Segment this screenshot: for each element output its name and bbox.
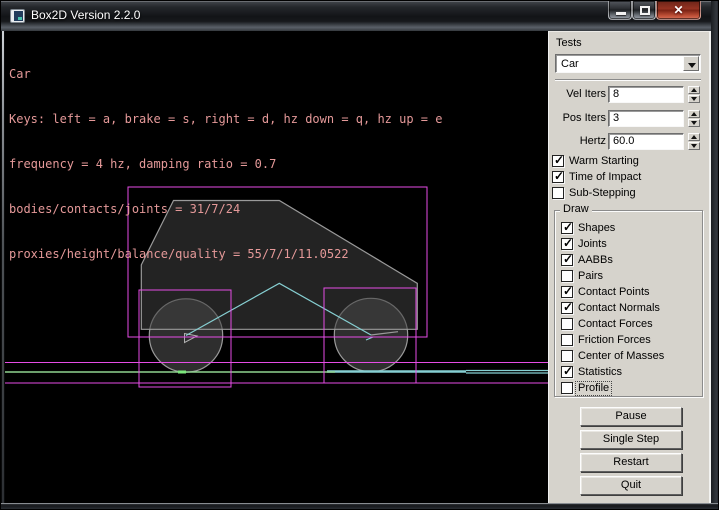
checkbox-box[interactable]: ✓ <box>561 286 573 298</box>
app-window: Box2D Version 2.2.0 ✕ <box>0 0 719 510</box>
pos-iters-label: Pos Iters <box>549 110 606 126</box>
checkbox-box[interactable]: ✓ <box>561 382 573 394</box>
arrow-down-icon <box>691 97 697 101</box>
checkbox-box[interactable]: ✓ <box>552 171 564 183</box>
hertz-label: Hertz <box>549 133 606 149</box>
tests-dropdown[interactable]: Car <box>555 54 701 73</box>
vel-iters-spinner[interactable] <box>688 86 700 103</box>
simulation-canvas[interactable]: Car Keys: left = a, brake = s, right = d… <box>5 31 548 503</box>
checkbox-box[interactable]: ✓ <box>561 238 573 250</box>
checkbox-label: Joints <box>578 238 607 251</box>
checkbox-label: Contact Points <box>578 286 650 299</box>
check-icon: ✓ <box>563 236 573 250</box>
pos-iters-field[interactable]: 3 <box>608 110 684 127</box>
contact-point <box>178 371 186 374</box>
restart-button[interactable]: Restart <box>580 453 682 472</box>
app-icon-dot <box>18 17 22 20</box>
checkbox-label: Contact Normals <box>578 302 660 315</box>
checkbox-box[interactable]: ✓ <box>561 270 573 282</box>
checkbox-label: Warm Starting <box>569 155 639 168</box>
tests-label: Tests <box>556 37 582 50</box>
dropdown-arrow-button[interactable] <box>683 56 699 71</box>
tests-dropdown-value: Car <box>561 57 579 71</box>
check-icon: ✓ <box>563 220 573 234</box>
checkbox-label: Shapes <box>578 222 615 235</box>
minimize-icon <box>616 12 626 15</box>
control-panel: Tests Car Vel Iters 8 Pos Iters 3 Hertz … <box>548 31 711 503</box>
checkbox-label: Pairs <box>578 270 603 283</box>
checkbox-label: Contact Forces <box>578 318 653 331</box>
info-line-proxies: proxies/height/balance/quality = 55/7/1/… <box>9 247 442 262</box>
spinner-up-button[interactable] <box>688 110 700 118</box>
checkbox-box[interactable]: ✓ <box>561 350 573 362</box>
close-icon: ✕ <box>657 3 700 17</box>
arrow-down-icon <box>691 121 697 125</box>
checkbox-label: Time of Impact <box>569 171 641 184</box>
info-line-keys: Keys: left = a, brake = s, right = d, hz… <box>9 112 442 127</box>
maximize-button[interactable] <box>632 1 656 20</box>
single-step-button[interactable]: Single Step <box>580 430 682 449</box>
checkbox-box[interactable]: ✓ <box>561 302 573 314</box>
window-border-bottom <box>1 503 719 510</box>
draw-group-title: Draw <box>560 203 592 216</box>
hertz-field[interactable]: 60.0 <box>608 133 684 150</box>
checkbox-box[interactable]: ✓ <box>561 366 573 378</box>
close-button[interactable]: ✕ <box>656 1 701 20</box>
checkbox-box[interactable]: ✓ <box>561 334 573 346</box>
check-icon: ✓ <box>563 300 573 314</box>
checkbox-box[interactable]: ✓ <box>561 318 573 330</box>
checkbox-box[interactable]: ✓ <box>552 155 564 167</box>
vel-iters-label: Vel Iters <box>549 86 606 102</box>
checkbox-label: Statistics <box>578 366 622 379</box>
test-info-text: Car Keys: left = a, brake = s, right = d… <box>9 37 442 292</box>
checkbox-label: Friction Forces <box>578 334 651 347</box>
spinner-up-button[interactable] <box>688 133 700 141</box>
minimize-button[interactable] <box>608 1 632 20</box>
checkbox-box[interactable]: ✓ <box>561 254 573 266</box>
checkbox-label: Sub-Stepping <box>569 187 636 200</box>
check-icon: ✓ <box>563 364 573 378</box>
checkbox-box[interactable]: ✓ <box>552 187 564 199</box>
pause-button[interactable]: Pause <box>580 407 682 426</box>
checkbox-label: Profile <box>576 382 611 395</box>
title-bar[interactable]: Box2D Version 2.2.0 ✕ <box>1 1 719 31</box>
quit-button[interactable]: Quit <box>580 476 682 495</box>
checkbox-label: AABBs <box>578 254 613 267</box>
maximize-icon <box>640 6 650 15</box>
check-icon: ✓ <box>563 252 573 266</box>
app-icon[interactable] <box>10 9 25 23</box>
check-icon: ✓ <box>563 284 573 298</box>
window-title: Box2D Version 2.2.0 <box>31 1 140 29</box>
arrow-up-icon <box>691 88 697 92</box>
chevron-down-icon <box>688 63 696 68</box>
hertz-spinner[interactable] <box>688 133 700 150</box>
checkbox-label: Center of Masses <box>578 350 664 363</box>
check-icon: ✓ <box>554 169 564 183</box>
info-line-frequency: frequency = 4 hz, damping ratio = 0.7 <box>9 157 442 172</box>
pos-iters-spinner[interactable] <box>688 110 700 127</box>
arrow-up-icon <box>691 112 697 116</box>
spinner-down-button[interactable] <box>688 142 700 150</box>
vel-iters-field[interactable]: 8 <box>608 86 684 103</box>
checkbox-box[interactable]: ✓ <box>561 222 573 234</box>
spinner-down-button[interactable] <box>688 95 700 103</box>
check-icon: ✓ <box>554 153 564 167</box>
spinner-up-button[interactable] <box>688 86 700 94</box>
info-line-bodies: bodies/contacts/joints = 31/7/24 <box>9 202 442 217</box>
window-border-right <box>711 1 719 510</box>
separator <box>555 79 701 81</box>
arrow-up-icon <box>691 135 697 139</box>
info-line-title: Car <box>9 67 442 82</box>
spinner-down-button[interactable] <box>688 119 700 127</box>
arrow-down-icon <box>691 144 697 148</box>
